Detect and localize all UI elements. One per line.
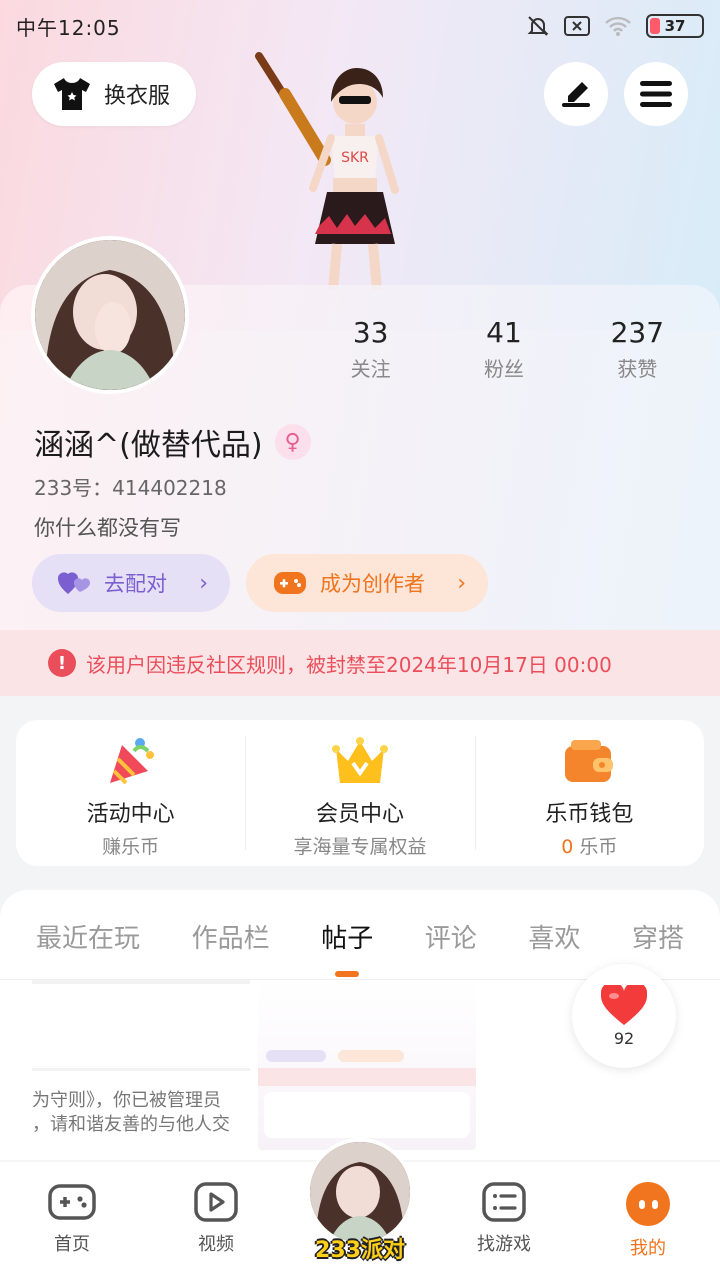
followers-count: 41 [486,316,522,349]
menu-button[interactable] [624,62,688,126]
nickname-row: 涵涵^(做替代品) ♀ [34,420,311,464]
chevron-right-icon: › [199,570,208,596]
like-button[interactable]: 92 [572,964,676,1068]
3d-avatar-character: SKR [255,52,399,290]
activity-center-sub: 赚乐币 [102,836,160,858]
nav-find-games[interactable]: 找游戏 [432,1162,576,1280]
hamburger-menu-icon [640,81,672,107]
become-creator-label: 成为创作者 [320,572,425,596]
coin-wallet-sub: 0 乐币 [561,832,617,859]
nickname: 涵涵^(做替代品) [34,428,263,463]
bio: 你什么都没有写 [34,516,181,540]
nav-home[interactable]: 首页 [0,1162,144,1280]
party-popper-icon [109,738,154,785]
avatar-photo [35,240,185,390]
activity-center[interactable]: 活动中心 赚乐币 [16,720,245,866]
me-face-icon [626,1182,670,1226]
coin-unit: 乐币 [579,836,618,858]
profile-avatar[interactable] [31,236,189,394]
match-button[interactable]: 去配对 › [32,554,230,612]
tab-works[interactable]: 作品栏 [192,918,270,955]
services-card: 活动中心 赚乐币 会员中心 享海量专属权益 乐币钱包 0 乐币 [16,720,704,866]
post-text-line: 为守则》，你已被管理员 [32,1090,221,1111]
nav-me[interactable]: 我的 [576,1162,720,1280]
female-gender-icon: ♀ [274,424,311,460]
battery-level: 37 [664,17,686,35]
chevron-right-icon: › [457,570,466,596]
nav-home-label: 首页 [54,1234,90,1255]
likes-label: 获赞 [617,357,658,381]
vip-center-sub: 享海量专属权益 [293,836,427,858]
battery-indicator: 37 [646,14,704,38]
following-label: 关注 [350,357,391,381]
nav-video[interactable]: 视频 [144,1162,288,1280]
tab-likes[interactable]: 喜欢 [528,918,580,955]
change-outfit-label: 换衣服 [104,84,171,109]
become-creator-button[interactable]: 成为创作者 › [246,554,488,612]
nav-video-label: 视频 [198,1234,234,1255]
crown-icon [331,737,388,783]
status-time: 中午12:05 [16,15,121,40]
coin-wallet[interactable]: 乐币钱包 0 乐币 [474,720,704,866]
likes-count: 237 [610,316,665,349]
gamepad-icon [48,1184,96,1220]
vip-center[interactable]: 会员中心 享海量专属权益 [245,720,474,866]
tab-recently-played[interactable]: 最近在玩 [36,918,140,955]
profile-stats: 33 关注 41 粉丝 237 获赞 [304,316,704,382]
stat-followers[interactable]: 41 粉丝 [437,316,570,382]
play-video-icon [194,1182,238,1222]
followers-label: 粉丝 [483,357,524,381]
hearts-icon [58,572,90,594]
party-label: 233派对 [315,1238,405,1263]
mute-bell-icon [527,16,549,36]
coin-wallet-title: 乐币钱包 [545,802,634,827]
list-icon [482,1182,526,1222]
post-screenshot-thumbnail[interactable] [258,980,476,1150]
activity-center-title: 活动中心 [86,802,175,827]
vip-center-title: 会员中心 [315,802,404,827]
party-avatar-photo [310,1142,410,1242]
user-id: 233号：414402218 [34,476,227,500]
tshirt-icon [54,78,90,110]
following-count: 33 [352,316,389,349]
ban-notice-text: 该用户因违反社区规则，被封禁至2024年10月17日 00:00 [86,652,612,677]
post-text-line: ，请和谐友善的与他人交 [32,1114,230,1135]
tab-outfits[interactable]: 穿搭 [632,918,684,955]
party-avatar-button[interactable] [306,1138,414,1246]
wifi-icon [605,16,631,36]
like-count: 92 [613,1028,635,1048]
match-label: 去配对 [104,572,167,596]
no-sim-icon [564,16,590,36]
coin-balance: 0 [561,836,574,858]
status-bar: 中午12:05 37 [0,0,720,52]
heart-icon [601,984,647,1025]
stat-likes[interactable]: 237 获赞 [571,316,704,382]
warning-icon: ! [48,649,76,677]
nav-me-label: 我的 [630,1238,666,1259]
change-outfit-button[interactable]: 换衣服 [32,62,196,126]
tab-comments[interactable]: 评论 [425,918,477,955]
nav-find-games-label: 找游戏 [477,1234,531,1255]
ban-notice-banner: ! 该用户因违反社区规则，被封禁至2024年10月17日 00:00 [0,630,720,696]
gamepad-icon [274,572,306,594]
pen-icon [562,82,590,107]
stat-following[interactable]: 33 关注 [304,316,437,382]
edit-profile-button[interactable] [544,62,608,126]
post-card[interactable]: 为守则》，你已被管理员 ，请和谐友善的与他人交 [32,980,250,1160]
wallet-icon [565,740,614,782]
tab-posts[interactable]: 帖子 [321,918,373,955]
svg-text:SKR: SKR [341,150,369,166]
